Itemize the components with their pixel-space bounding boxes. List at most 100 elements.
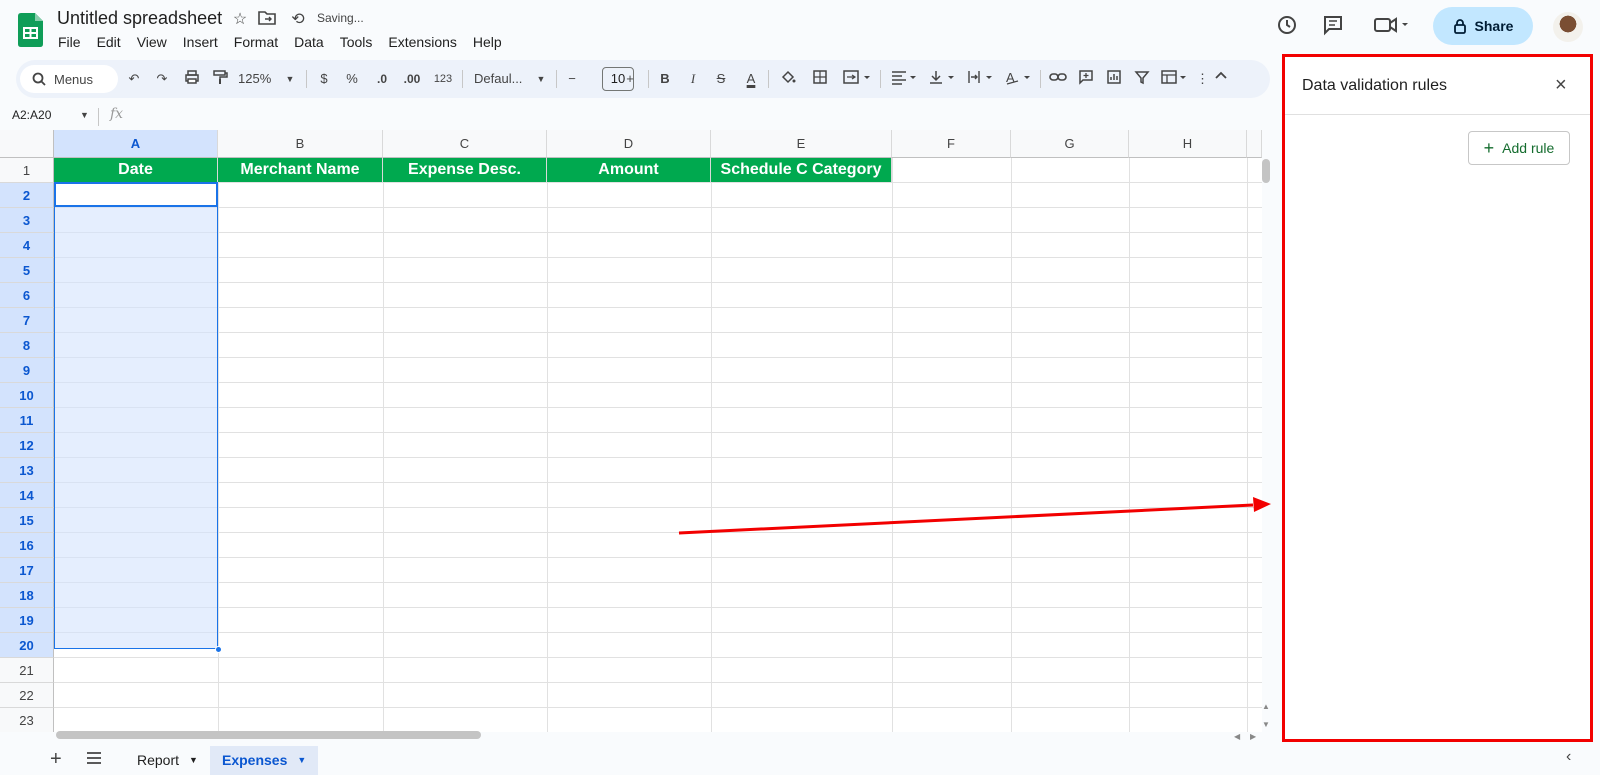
menu-format[interactable]: Format [226, 32, 286, 52]
name-box[interactable]: A2:A20 [12, 108, 51, 122]
row-header-10[interactable]: 10 [0, 383, 54, 408]
filter-icon[interactable] [1132, 69, 1152, 89]
column-header-e[interactable]: E [711, 130, 892, 158]
menu-help[interactable]: Help [465, 32, 510, 52]
insert-comment-icon[interactable] [1076, 69, 1096, 89]
filter-views-icon[interactable] [1158, 69, 1192, 89]
row-header-3[interactable]: 3 [0, 208, 54, 233]
fill-handle[interactable] [215, 646, 222, 653]
horizontal-scrollbar[interactable] [56, 731, 481, 739]
column-header-g[interactable]: G [1011, 130, 1129, 158]
row-header-14[interactable]: 14 [0, 483, 54, 508]
collapse-menus-icon[interactable] [1212, 69, 1230, 89]
select-all-corner[interactable] [0, 130, 54, 158]
doc-title[interactable]: Untitled spreadsheet [57, 8, 222, 29]
menu-extensions[interactable]: Extensions [380, 32, 464, 52]
header-cell-merchant-name[interactable]: Merchant Name [218, 158, 383, 182]
add-sheet-icon[interactable]: + [50, 748, 62, 771]
font-dropdown-icon[interactable]: ▼ [535, 69, 547, 89]
scroll-left-icon[interactable]: ◀ [1234, 732, 1240, 741]
strikethrough-icon[interactable]: S [712, 69, 730, 89]
column-header-d[interactable]: D [547, 130, 711, 158]
redo-icon[interactable]: ↷ [152, 69, 172, 89]
move-folder-icon[interactable] [257, 10, 277, 30]
print-icon[interactable] [182, 69, 202, 89]
column-header-a[interactable]: A [54, 130, 218, 158]
row-header-23[interactable]: 23 [0, 708, 54, 732]
row-header-2[interactable]: 2 [0, 183, 54, 208]
side-panel-toggle-icon[interactable]: ‹ [1566, 748, 1571, 766]
row-header-11[interactable]: 11 [0, 408, 54, 433]
vertical-scrollbar[interactable] [1262, 159, 1270, 183]
active-cell[interactable] [54, 182, 218, 207]
column-header-f[interactable]: F [892, 130, 1011, 158]
column-header-h[interactable]: H [1129, 130, 1247, 158]
row-header-15[interactable]: 15 [0, 508, 54, 533]
font-size-increase-button[interactable]: + [622, 69, 638, 89]
merge-cells-icon[interactable] [840, 69, 874, 89]
sheet-tab-dropdown-icon[interactable]: ▼ [297, 746, 306, 775]
row-header-9[interactable]: 9 [0, 358, 54, 383]
row-header-12[interactable]: 12 [0, 433, 54, 458]
header-cell-expense-desc[interactable]: Expense Desc. [383, 158, 547, 182]
font-size-decrease-button[interactable]: − [564, 69, 580, 89]
row-header-22[interactable]: 22 [0, 683, 54, 708]
close-icon[interactable]: × [1555, 74, 1567, 97]
italic-icon[interactable]: I [684, 69, 702, 89]
row-header-8[interactable]: 8 [0, 333, 54, 358]
vertical-align-icon[interactable] [926, 69, 960, 89]
row-header-20[interactable]: 20 [0, 633, 54, 658]
scroll-down-icon[interactable]: ▼ [1262, 720, 1270, 729]
sheets-logo-icon[interactable] [18, 13, 43, 47]
formula-input[interactable] [130, 106, 1260, 128]
menu-file[interactable]: File [50, 32, 89, 52]
column-header-c[interactable]: C [383, 130, 547, 158]
text-color-icon[interactable]: A [740, 69, 762, 89]
row-header-6[interactable]: 6 [0, 283, 54, 308]
fill-color-icon[interactable] [778, 69, 798, 89]
row-header-5[interactable]: 5 [0, 258, 54, 283]
more-icon[interactable]: ⋮ [1196, 69, 1209, 89]
row-header-13[interactable]: 13 [0, 458, 54, 483]
scroll-right-icon[interactable]: ▶ [1250, 732, 1256, 741]
version-history-icon[interactable] [1274, 14, 1300, 40]
header-cell-amount[interactable]: Amount [547, 158, 711, 182]
name-box-dropdown-icon[interactable]: ▼ [80, 110, 89, 120]
undo-icon[interactable]: ↶ [124, 69, 144, 89]
scroll-up-icon[interactable]: ▲ [1262, 702, 1270, 711]
currency-format-button[interactable]: $ [316, 69, 332, 89]
row-header-18[interactable]: 18 [0, 583, 54, 608]
header-cell-schedule-c-category[interactable]: Schedule C Category [711, 158, 892, 182]
menu-view[interactable]: View [129, 32, 175, 52]
horizontal-align-icon[interactable] [888, 69, 922, 89]
star-icon[interactable]: ☆ [230, 10, 250, 30]
menu-data[interactable]: Data [286, 32, 332, 52]
insert-chart-icon[interactable] [1104, 69, 1124, 89]
increase-decimal-button[interactable]: .00 [400, 69, 424, 89]
number-format-button[interactable]: 123 [431, 69, 455, 89]
add-rule-button[interactable]: + Add rule [1468, 131, 1570, 165]
row-header-19[interactable]: 19 [0, 608, 54, 633]
zoom-select[interactable]: 125% [238, 69, 284, 89]
font-select[interactable]: Defaul... [474, 69, 536, 89]
borders-icon[interactable] [810, 69, 830, 89]
spreadsheet-grid[interactable]: A B C D E F G H 1 2 3 4 5 6 7 8 9 10 11 … [0, 130, 1262, 732]
search-menus-button[interactable]: Menus [20, 65, 118, 93]
column-header-b[interactable]: B [218, 130, 383, 158]
row-header-17[interactable]: 17 [0, 558, 54, 583]
sheet-tab-report[interactable]: Report ▼ [125, 746, 210, 775]
percent-format-button[interactable]: % [344, 69, 360, 89]
row-header-16[interactable]: 16 [0, 533, 54, 558]
text-rotation-icon[interactable]: A [1002, 69, 1036, 89]
comments-icon[interactable] [1320, 14, 1346, 40]
menu-insert[interactable]: Insert [175, 32, 226, 52]
insert-link-icon[interactable] [1048, 69, 1068, 89]
share-button[interactable]: Share [1433, 7, 1533, 45]
bold-icon[interactable]: B [656, 69, 674, 89]
selected-range[interactable] [54, 182, 218, 649]
meet-icon[interactable] [1370, 14, 1416, 40]
menu-edit[interactable]: Edit [89, 32, 129, 52]
all-sheets-icon[interactable] [86, 751, 102, 770]
paint-format-icon[interactable] [210, 69, 230, 89]
decrease-decimal-button[interactable]: .0 [372, 69, 392, 89]
